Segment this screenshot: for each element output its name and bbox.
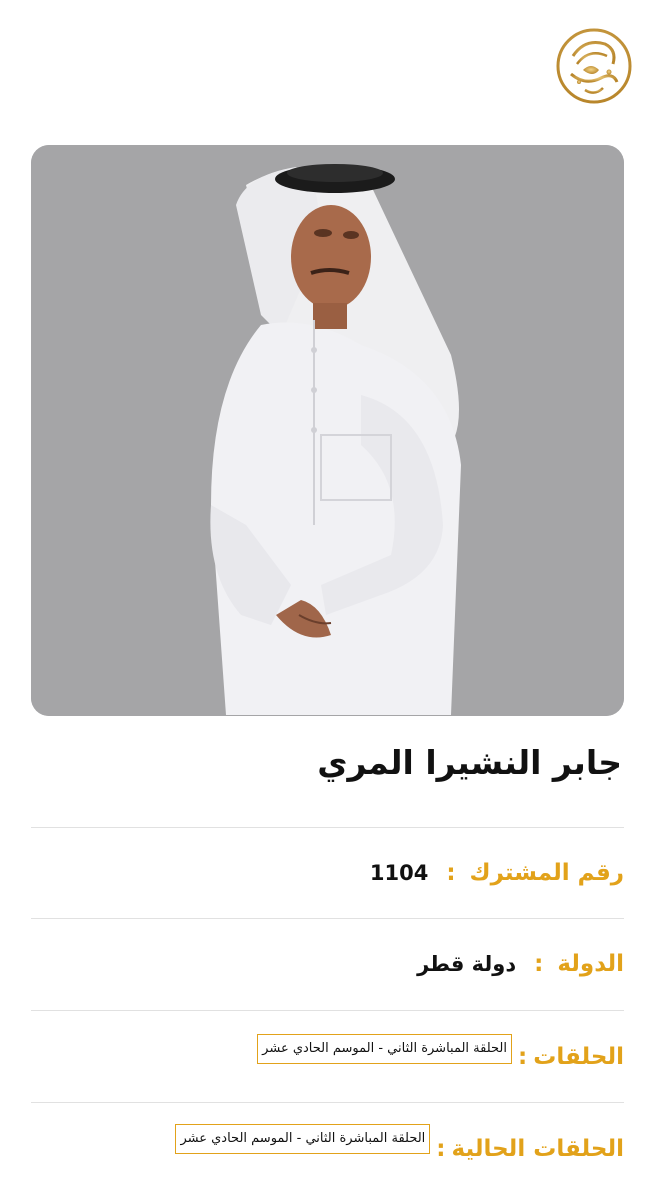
episodes-row: الحلقات : الحلقة المباشرة الثاني - الموس… bbox=[257, 1034, 624, 1070]
subscriber-row: رقم المشترك : 1104 bbox=[370, 860, 624, 886]
divider bbox=[31, 1010, 624, 1011]
divider bbox=[31, 1102, 624, 1103]
separator: : bbox=[534, 951, 544, 977]
divider bbox=[31, 827, 624, 828]
divider bbox=[31, 918, 624, 919]
logo-icon bbox=[555, 26, 633, 106]
separator: : bbox=[518, 1044, 528, 1071]
country-value: دولة قطر bbox=[417, 952, 517, 976]
episodes-label: الحلقات bbox=[533, 1044, 624, 1071]
episode-tag: الحلقة المباشرة الثاني - الموسم الحادي ع… bbox=[257, 1034, 512, 1065]
current-episodes-label: الحلقات الحالية bbox=[451, 1136, 625, 1163]
current-episode-tag: الحلقة المباشرة الثاني - الموسم الحادي ع… bbox=[175, 1124, 431, 1155]
subscriber-label: رقم المشترك bbox=[469, 860, 624, 886]
current-episodes-row: الحلقات الحالية : الحلقة المباشرة الثاني… bbox=[175, 1124, 624, 1162]
contestant-name: جابر النشيرا المري bbox=[317, 743, 622, 782]
country-row: الدولة : دولة قطر bbox=[417, 951, 624, 977]
subscriber-value: 1104 bbox=[369, 861, 429, 885]
separator: : bbox=[436, 1136, 446, 1163]
contestant-photo bbox=[31, 145, 624, 716]
country-label: الدولة bbox=[557, 951, 624, 977]
separator: : bbox=[446, 860, 456, 886]
